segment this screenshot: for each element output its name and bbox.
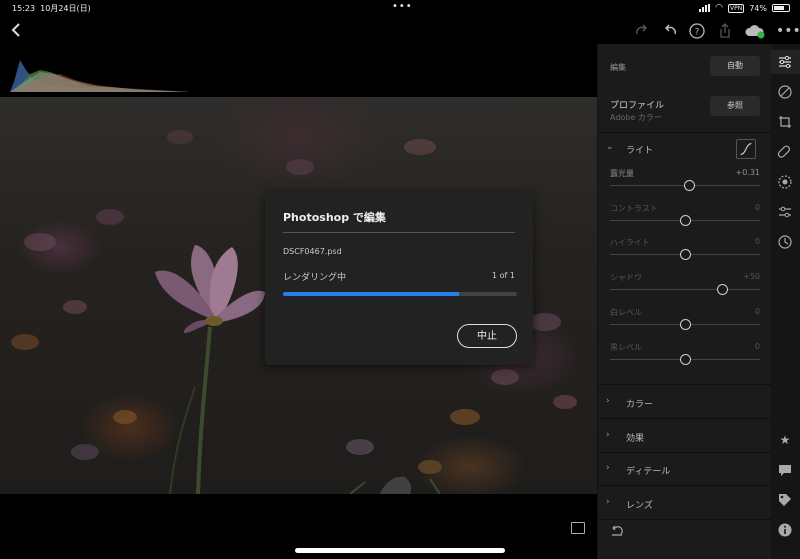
info-icon[interactable] <box>777 522 793 538</box>
progress-fill <box>283 292 459 296</box>
slider-row[interactable]: コントラスト 0 <box>610 203 760 237</box>
presets-icon[interactable] <box>777 84 793 100</box>
slider-thumb[interactable] <box>679 249 691 260</box>
slider-row[interactable]: 黒レベル 0 <box>610 342 760 376</box>
reset-icon[interactable] <box>610 525 624 537</box>
chevron-right-icon: › <box>606 396 610 406</box>
section-effects-header[interactable]: › 効果 <box>604 430 764 448</box>
slider-label: 露光量 <box>610 169 634 178</box>
slider-value: +0.31 <box>735 168 760 177</box>
crop-rotate-icon[interactable] <box>777 114 793 130</box>
slider-thumb[interactable] <box>679 354 691 365</box>
chevron-down-icon: ⌄ <box>606 142 614 152</box>
comment-icon[interactable] <box>777 462 793 478</box>
top-toolbar: ? ••• <box>0 18 800 44</box>
selective-adjust-icon[interactable] <box>777 204 793 220</box>
adjust-sliders-icon[interactable] <box>777 54 793 70</box>
section-detail-header[interactable]: › ディテール <box>604 463 764 481</box>
slider-value: 0 <box>754 237 760 246</box>
edit-panel: 編集 自動 プロファイル Adobe カラー 参照 ⌄ ライト 露光量 +0.31… <box>597 44 772 559</box>
dialog-divider <box>283 232 515 233</box>
multitasking-dots-icon[interactable]: ••• <box>392 1 413 12</box>
chevron-left-icon[interactable] <box>8 21 24 39</box>
slider-label: 白レベル <box>610 308 642 317</box>
histogram <box>10 60 190 92</box>
profile-title: プロファイル <box>610 101 665 111</box>
profile-value: Adobe カラー <box>610 113 662 122</box>
home-indicator[interactable] <box>295 548 505 553</box>
slider-label: 黒レベル <box>610 343 642 352</box>
status-time: 15:23 10月24日(日) <box>12 4 91 13</box>
photo-filmstrip-area <box>0 494 597 544</box>
chevron-right-icon: › <box>606 497 610 507</box>
slider-row[interactable]: 露光量 +0.31 <box>610 168 760 202</box>
vpn-badge: VPN <box>728 3 745 13</box>
slider-value: 0 <box>754 342 760 351</box>
section-lens-header[interactable]: › レンズ <box>604 497 764 515</box>
progress-bar <box>283 292 517 296</box>
slider-value: 0 <box>754 307 760 316</box>
profile-browse-button[interactable]: 参照 <box>710 96 760 116</box>
slider-label: ハイライト <box>610 238 650 247</box>
slider-thumb[interactable] <box>717 284 728 295</box>
slider-row[interactable]: ハイライト 0 <box>610 237 760 271</box>
battery-icon <box>772 4 790 12</box>
dialog-file-name: DSCF0467.psd <box>283 247 342 256</box>
battery-percent: 74% <box>749 3 767 13</box>
slider-thumb[interactable] <box>679 319 691 330</box>
slider-thumb[interactable] <box>684 180 695 191</box>
edit-label: 編集 <box>610 63 626 72</box>
slider-row[interactable]: シャドウ +50 <box>610 272 760 306</box>
status-bar: 15:23 10月24日(日) ••• ◠ VPN 74% <box>0 0 800 16</box>
healing-brush-icon[interactable] <box>777 144 793 160</box>
auto-button[interactable]: 自動 <box>710 56 760 76</box>
cancel-button[interactable]: 中止 <box>457 324 517 348</box>
slider-value: 0 <box>754 203 760 212</box>
dialog-title: Photoshop で編集 <box>283 211 386 224</box>
slider-label: シャドウ <box>610 273 642 282</box>
masking-icon[interactable] <box>777 174 793 190</box>
signal-icon <box>699 4 711 12</box>
tag-icon[interactable] <box>777 492 793 508</box>
tool-rail: ★ <box>771 44 800 559</box>
slider-row[interactable]: 白レベル 0 <box>610 307 760 341</box>
chevron-right-icon: › <box>606 430 610 440</box>
slider-value: +50 <box>743 272 760 281</box>
dialog-count: 1 of 1 <box>492 271 515 280</box>
svg-text:?: ? <box>695 28 700 38</box>
more-icon[interactable]: ••• <box>776 22 800 40</box>
chevron-right-icon: › <box>606 463 610 473</box>
dialog-status: レンダリング中 <box>283 273 347 283</box>
history-icon[interactable] <box>777 234 793 250</box>
cloud-sync-icon[interactable] <box>744 22 766 40</box>
redo-icon[interactable] <box>632 22 650 40</box>
cosmos-flower <box>155 245 265 334</box>
slider-thumb[interactable] <box>679 215 691 226</box>
status-date: 10月24日(日) <box>40 4 91 13</box>
slider-label: コントラスト <box>610 204 658 213</box>
slider-track[interactable] <box>610 289 760 290</box>
undo-icon[interactable] <box>662 22 680 40</box>
compare-view-icon[interactable] <box>571 522 585 534</box>
section-color-header[interactable]: › カラー <box>604 396 764 414</box>
share-icon[interactable] <box>716 22 734 40</box>
wifi-icon: ◠ <box>715 3 723 13</box>
help-icon[interactable]: ? <box>688 22 706 40</box>
star-icon[interactable]: ★ <box>777 432 793 448</box>
edit-in-photoshop-dialog: Photoshop で編集 DSCF0467.psd レンダリング中 1 of … <box>265 192 533 365</box>
tone-curve-icon[interactable] <box>736 139 756 159</box>
